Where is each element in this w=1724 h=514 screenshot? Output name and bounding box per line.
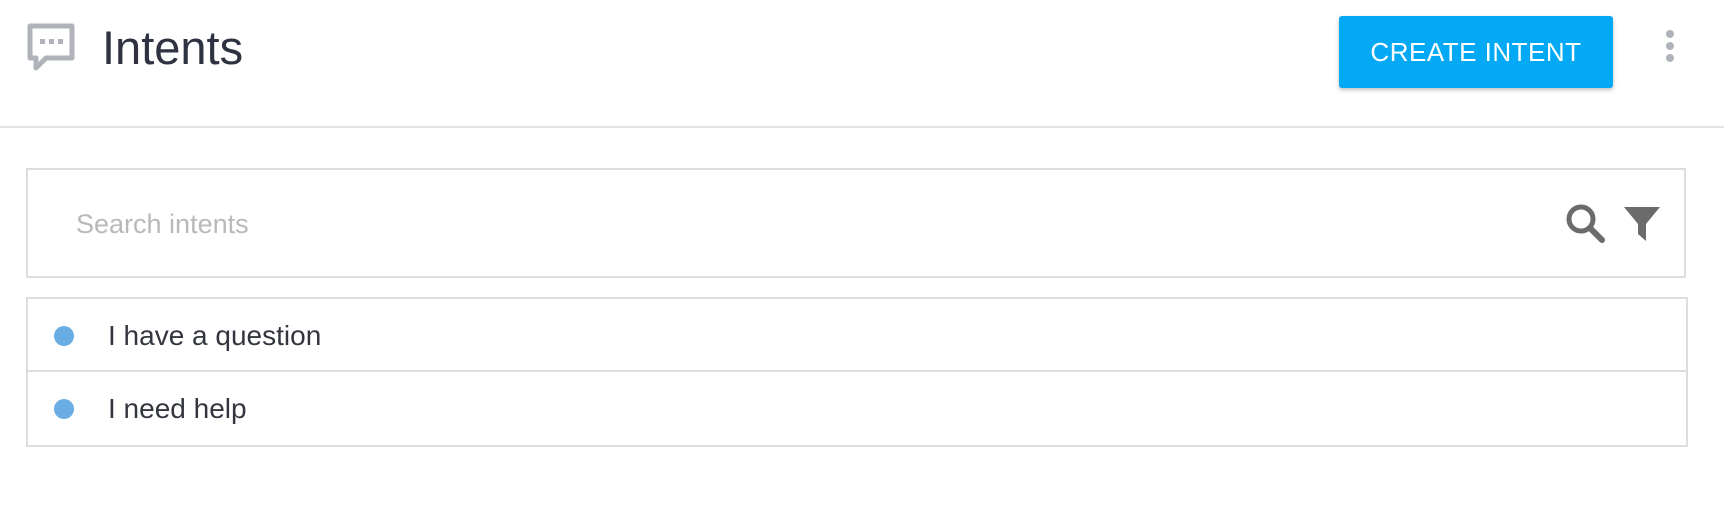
chat-bubble-icon bbox=[27, 23, 75, 71]
intent-status-dot bbox=[54, 326, 74, 346]
search-box bbox=[26, 168, 1686, 278]
search-input[interactable] bbox=[76, 198, 1536, 250]
page-header: Intents CREATE INTENT bbox=[0, 0, 1724, 128]
page-title: Intents bbox=[102, 21, 244, 74]
intent-list: I have a question I need help bbox=[26, 297, 1688, 447]
intent-row[interactable]: I have a question bbox=[28, 299, 1686, 372]
more-vertical-icon[interactable] bbox=[1658, 28, 1682, 68]
create-intent-button[interactable]: CREATE INTENT bbox=[1339, 16, 1613, 88]
intent-label: I need help bbox=[108, 393, 247, 424]
intent-status-dot bbox=[54, 399, 74, 419]
search-icon[interactable] bbox=[1564, 202, 1606, 244]
intent-label: I have a question bbox=[108, 320, 322, 351]
filter-icon[interactable] bbox=[1622, 204, 1662, 244]
intent-row[interactable]: I need help bbox=[28, 372, 1686, 445]
